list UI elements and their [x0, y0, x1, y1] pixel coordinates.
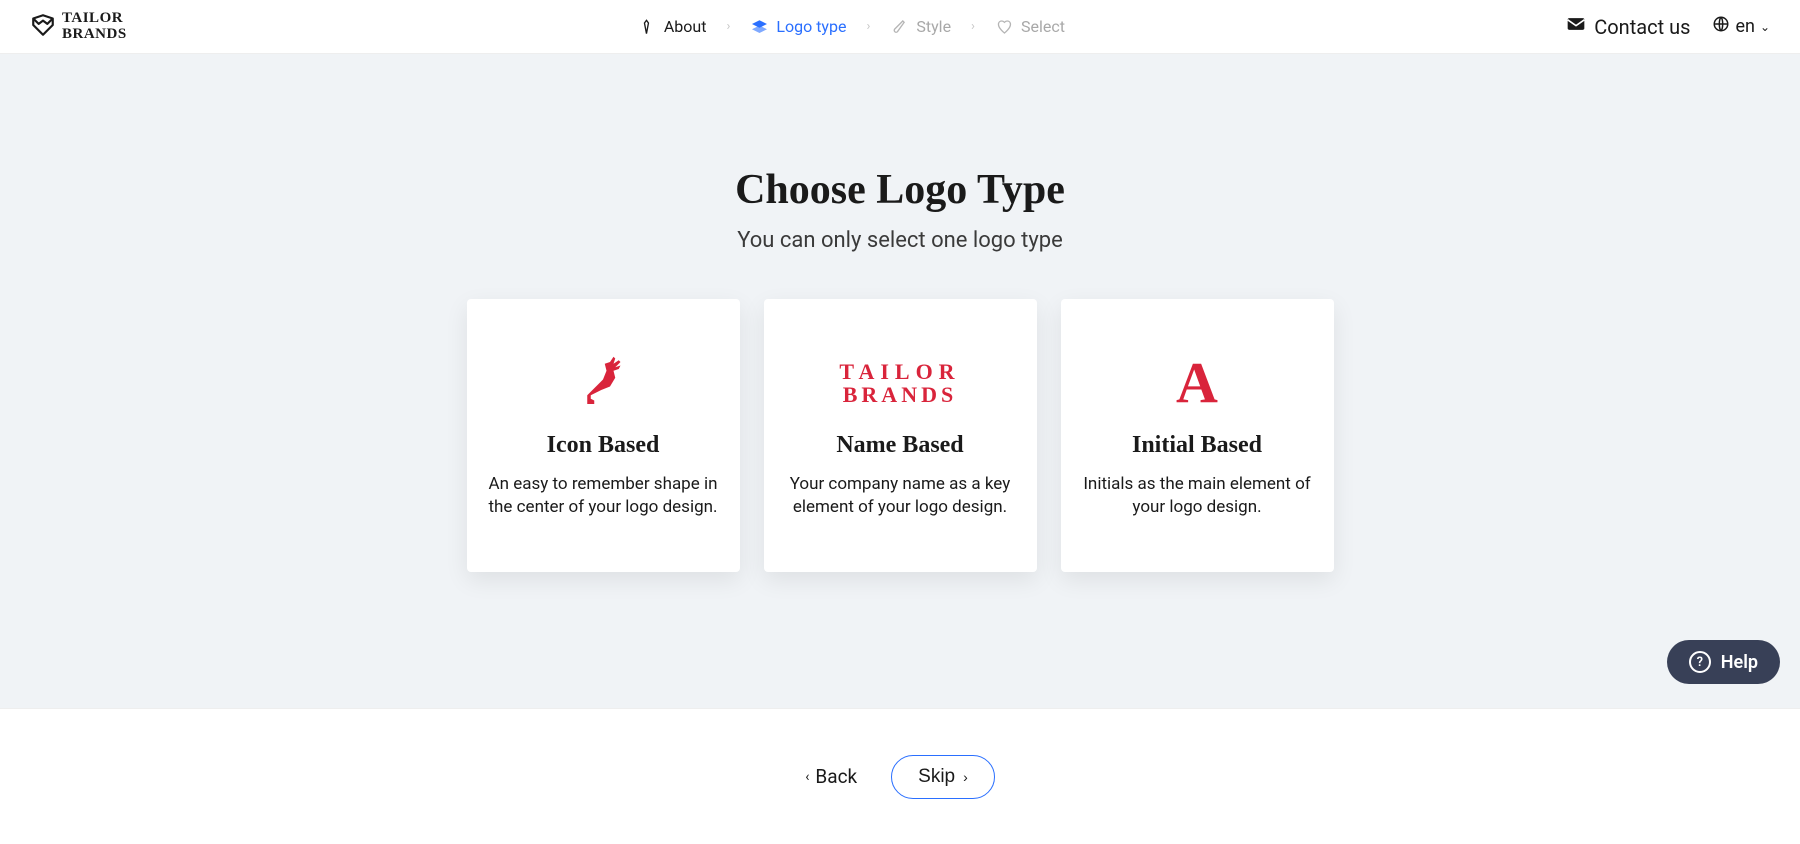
card-title: Name Based [836, 432, 963, 459]
card-name-based[interactable]: TAILOR BRANDS Name Based Your company na… [764, 299, 1037, 572]
chevron-down-icon: ⌄ [1760, 20, 1770, 34]
heart-icon [995, 18, 1013, 36]
footer-nav: ‹ Back Skip › [0, 708, 1800, 844]
brand-mark-icon [30, 12, 56, 42]
header: TAILOR BRANDS About › Logo type › [0, 0, 1800, 54]
chevron-right-icon: › [971, 19, 975, 34]
globe-icon [1712, 15, 1730, 38]
header-actions: Contact us en ⌄ [1566, 14, 1770, 39]
card-desc: Initials as the main element of your log… [1083, 473, 1312, 519]
envelope-icon [1566, 14, 1586, 39]
language-selector[interactable]: en ⌄ [1712, 15, 1770, 38]
chevron-right-icon: › [963, 769, 968, 785]
card-desc: An easy to remember shape in the center … [489, 473, 718, 519]
crumb-style[interactable]: Style [890, 17, 951, 36]
wordmark-sample: TAILOR BRANDS [839, 354, 960, 412]
brand-name: TAILOR BRANDS [62, 11, 127, 43]
help-label: Help [1721, 652, 1758, 673]
brand-logo[interactable]: TAILOR BRANDS [30, 11, 127, 43]
crumb-label: Select [1021, 17, 1065, 36]
pen-icon [638, 18, 656, 36]
crumb-about[interactable]: About [638, 17, 707, 36]
card-title: Initial Based [1132, 432, 1262, 459]
back-button[interactable]: ‹ Back [805, 765, 857, 788]
crumb-label: About [664, 17, 707, 36]
skip-button[interactable]: Skip › [891, 755, 995, 799]
card-title: Icon Based [547, 432, 660, 459]
chevron-left-icon: ‹ [805, 769, 809, 785]
crumb-logo-type[interactable]: Logo type [750, 17, 846, 36]
breadcrumb: About › Logo type › Style › [638, 17, 1065, 36]
logo-type-cards: Icon Based An easy to remember shape in … [467, 299, 1334, 572]
card-desc: Your company name as a key element of yo… [786, 473, 1015, 519]
main-panel: Choose Logo Type You can only select one… [0, 54, 1800, 708]
contact-label: Contact us [1594, 15, 1690, 39]
layers-icon [750, 18, 768, 36]
brush-icon [890, 18, 908, 36]
help-icon: ? [1689, 651, 1711, 673]
crumb-label: Logo type [776, 17, 846, 36]
card-icon-based[interactable]: Icon Based An easy to remember shape in … [467, 299, 740, 572]
card-initial-based[interactable]: A Initial Based Initials as the main ele… [1061, 299, 1334, 572]
chevron-right-icon: › [726, 19, 730, 34]
chevron-right-icon: › [866, 19, 870, 34]
crumb-label: Style [916, 17, 951, 36]
contact-us-link[interactable]: Contact us [1566, 14, 1690, 39]
back-label: Back [815, 765, 857, 788]
initial-sample: A [1176, 354, 1218, 412]
help-widget[interactable]: ? Help [1667, 640, 1780, 684]
crumb-select[interactable]: Select [995, 17, 1065, 36]
deer-icon [575, 354, 631, 412]
lang-code: en [1735, 16, 1755, 37]
page-subtitle: You can only select one logo type [737, 228, 1063, 253]
skip-label: Skip [918, 766, 955, 788]
page-title: Choose Logo Type [735, 166, 1065, 214]
